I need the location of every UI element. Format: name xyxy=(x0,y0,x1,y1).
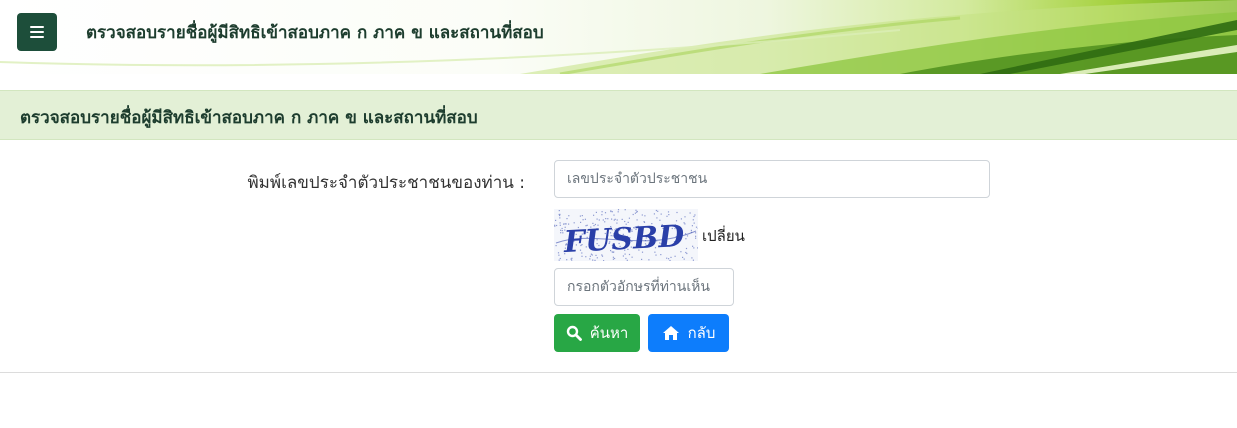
top-banner: ตรวจสอบรายชื่อผู้มีสิทธิเข้าสอบภาค ก ภาค… xyxy=(0,0,1237,74)
banner-title: ตรวจสอบรายชื่อผู้มีสิทธิเข้าสอบภาค ก ภาค… xyxy=(86,23,544,43)
back-button[interactable]: กลับ xyxy=(648,314,729,352)
menu-button[interactable] xyxy=(17,13,57,51)
search-button-label: ค้นหา xyxy=(589,324,629,342)
search-icon xyxy=(566,325,582,341)
captcha-input[interactable] xyxy=(554,268,734,306)
idcard-label: พิมพ์เลขประจำตัวประชาชนของท่าน : xyxy=(247,173,525,193)
divider xyxy=(0,372,1237,373)
bars-icon xyxy=(30,26,44,38)
section-title: ตรวจสอบรายชื่อผู้มีสิทธิเข้าสอบภาค ก ภาค… xyxy=(20,108,478,128)
home-icon xyxy=(662,326,679,340)
captcha-image: FUSBD xyxy=(554,209,698,261)
captcha-text: FUSBD xyxy=(562,219,685,260)
search-button[interactable]: ค้นหา xyxy=(554,314,640,352)
idcard-input[interactable] xyxy=(554,160,990,198)
back-button-label: กลับ xyxy=(687,324,716,342)
change-captcha-link[interactable]: เปลี่ยน xyxy=(702,224,745,248)
section-header: ตรวจสอบรายชื่อผู้มีสิทธิเข้าสอบภาค ก ภาค… xyxy=(0,90,1237,140)
